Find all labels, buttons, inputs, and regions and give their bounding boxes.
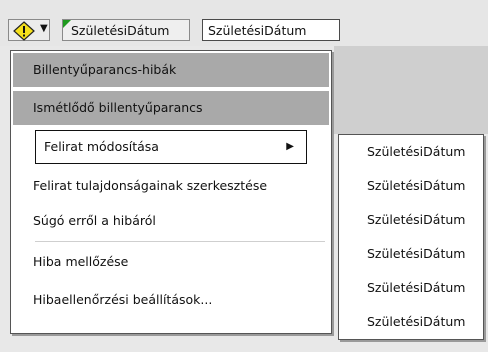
- label-control[interactable]: SzületésiDátum: [62, 19, 190, 41]
- label-control-text: SzületésiDátum: [71, 23, 170, 38]
- error-options-button[interactable]: ▼: [8, 19, 50, 41]
- menu-item-label: Hibaellenőrzési beállítások...: [33, 292, 213, 307]
- submenu-item-label: SzületésiDátum: [367, 314, 466, 329]
- menu-item-help-on-error[interactable]: Súgó erről a hibáról: [11, 204, 331, 238]
- menu-item-label: Hiba mellőzése: [33, 254, 129, 269]
- menu-item-label: Felirat módosítása: [44, 139, 159, 154]
- submenu-item[interactable]: SzületésiDátum: [339, 305, 483, 339]
- menu-item-label: Felirat tulajdonságainak szerkesztése: [33, 178, 268, 193]
- submenu-item[interactable]: SzületésiDátum: [339, 237, 483, 271]
- submenu-item[interactable]: SzületésiDátum: [339, 271, 483, 305]
- submenu-arrow-icon: ▶: [286, 141, 294, 152]
- menu-item-ignore-error[interactable]: Hiba mellőzése: [11, 245, 331, 279]
- menu-item-label: Ismétlődő billentyűparancs: [33, 100, 203, 115]
- submenu-item-label: SzületésiDátum: [367, 178, 466, 193]
- menu-item-header-duplicate-shortcut: Ismétlődő billentyűparancs: [13, 91, 329, 125]
- submenu-item-label: SzületésiDátum: [367, 212, 466, 227]
- caption-submenu: SzületésiDátum SzületésiDátum SzületésiD…: [338, 134, 484, 340]
- text-box-control-text: SzületésiDátum: [208, 23, 307, 38]
- submenu-item[interactable]: SzületésiDátum: [339, 169, 483, 203]
- menu-item-header-shortcut-errors: Billentyűparancs-hibák: [13, 53, 329, 87]
- menu-item-change-caption[interactable]: Felirat módosítása ▶: [35, 130, 307, 164]
- menu-separator: [35, 241, 325, 242]
- background-strip: [334, 46, 488, 134]
- submenu-item-label: SzületésiDátum: [367, 246, 466, 261]
- menu-item-edit-caption-properties[interactable]: Felirat tulajdonságainak szerkesztése: [11, 169, 331, 203]
- error-indicator-icon: [63, 20, 71, 28]
- error-context-menu: Billentyűparancs-hibák Ismétlődő billent…: [10, 50, 332, 334]
- text-box-control[interactable]: SzületésiDátum: [202, 19, 340, 41]
- chevron-down-icon: ▼: [40, 23, 48, 34]
- menu-item-error-checking-options[interactable]: Hibaellenőrzési beállítások...: [11, 283, 331, 317]
- submenu-item-label: SzületésiDátum: [367, 280, 466, 295]
- submenu-item[interactable]: SzületésiDátum: [339, 203, 483, 237]
- menu-item-label: Súgó erről a hibáról: [33, 213, 156, 228]
- warning-diamond-icon: [13, 21, 35, 41]
- submenu-item-label: SzületésiDátum: [367, 144, 466, 159]
- menu-item-label: Billentyűparancs-hibák: [33, 62, 177, 77]
- submenu-item[interactable]: SzületésiDátum: [339, 135, 483, 169]
